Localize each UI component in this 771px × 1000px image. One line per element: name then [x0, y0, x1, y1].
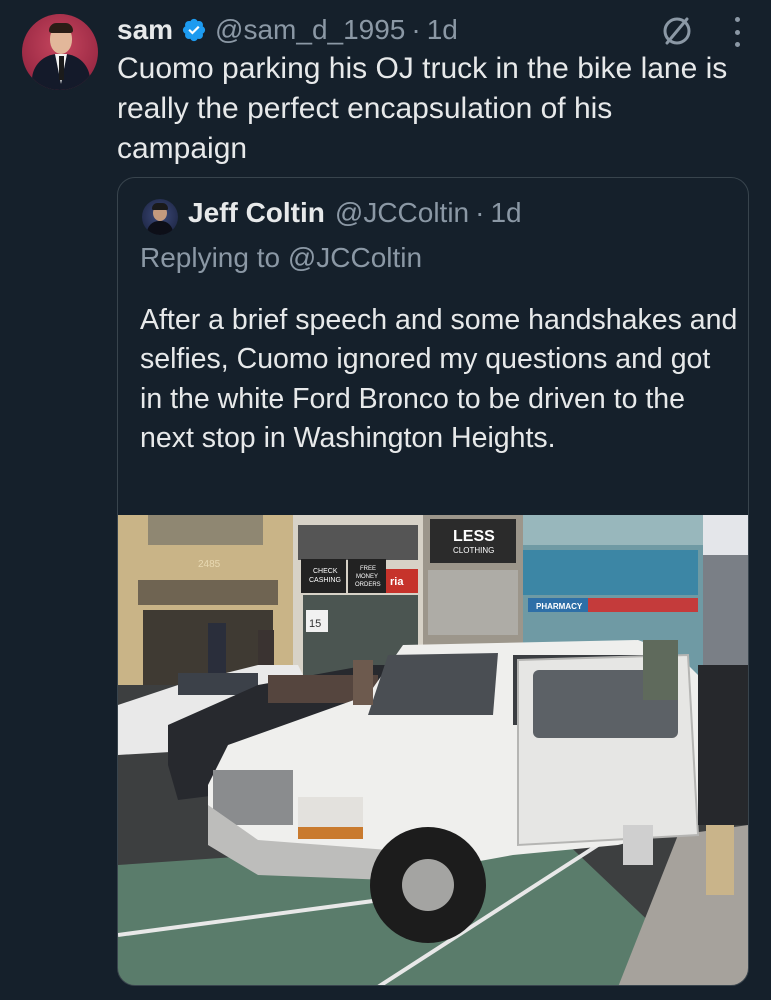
attached-photo[interactable]: 2485 CHECK CASHING FREE MONEY ORDERS ria…: [118, 515, 748, 985]
sign-clothing: CLOTHING: [453, 546, 494, 555]
building-number-text: 2485: [198, 559, 221, 570]
verified-badge-icon: [182, 18, 206, 42]
sign-check: CHECK: [313, 568, 338, 575]
separator-dot: ·: [411, 14, 421, 45]
sign-pharmacy: PHARMACY: [536, 602, 583, 611]
tweet-text: Cuomo parking his OJ truck in the bike l…: [117, 52, 728, 165]
bus-number-text: 15: [309, 618, 321, 630]
separator-dot: ·: [475, 197, 485, 228]
quoted-author-name[interactable]: Jeff Coltin: [188, 197, 325, 229]
slash-circle-icon[interactable]: [661, 15, 693, 47]
more-vertical-icon[interactable]: [733, 17, 741, 47]
street-scene-image: 2485 CHECK CASHING FREE MONEY ORDERS ria…: [118, 515, 748, 985]
author-name[interactable]: sam: [117, 14, 173, 46]
sign-orders: ORDERS: [355, 582, 381, 588]
author-handle[interactable]: @sam_d_1995: [215, 14, 405, 46]
replying-to-label: Replying to @JCColtin: [140, 242, 423, 273]
quoted-tweet-age: 1d: [490, 197, 522, 228]
quoted-tweet[interactable]: Jeff Coltin @JCColtin · 1d Replying to @…: [117, 177, 749, 986]
author-avatar[interactable]: [22, 14, 98, 90]
quoted-author-handle[interactable]: @JCColtin: [335, 197, 469, 229]
quoted-author-avatar[interactable]: [142, 199, 178, 235]
quoted-header: Jeff Coltin @JCColtin · 1d: [188, 197, 522, 229]
sign-ria: ria: [390, 576, 404, 588]
quoted-tweet-text: After a brief speech and some handshakes…: [140, 304, 738, 455]
tweet-age[interactable]: 1d: [427, 14, 458, 46]
sign-money: MONEY: [356, 574, 378, 580]
sign-cashing: CASHING: [309, 577, 341, 584]
sign-free: FREE: [360, 566, 376, 572]
sign-less: LESS: [453, 528, 495, 545]
